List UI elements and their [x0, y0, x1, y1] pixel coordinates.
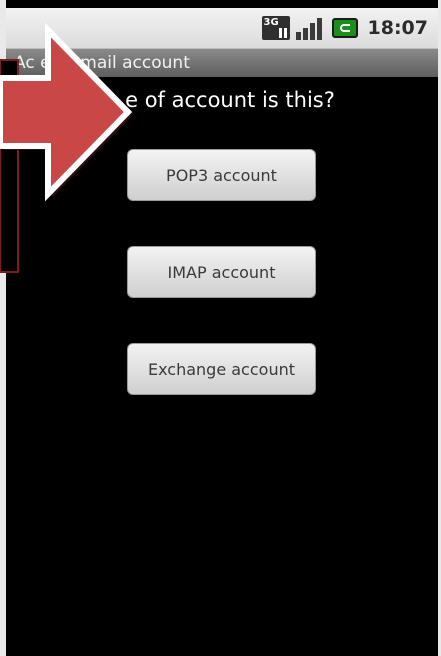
- 3g-data-icon: 3G: [261, 16, 290, 40]
- red-arrow-annotation-icon: [0, 22, 133, 273]
- status-clock: 18:07: [367, 17, 428, 39]
- signal-strength-icon: [295, 16, 326, 40]
- exchange-account-button[interactable]: Exchange account: [127, 343, 316, 395]
- status-icons: 3G 18:07: [261, 16, 428, 40]
- arrow-shape: [0, 22, 133, 202]
- battery-icon: [331, 18, 358, 38]
- app-screen: 3G 18:07 Ac ew email account e of accoun…: [0, 0, 441, 656]
- data-arrows-icon: [278, 28, 287, 38]
- network-type-label: 3G: [263, 17, 279, 28]
